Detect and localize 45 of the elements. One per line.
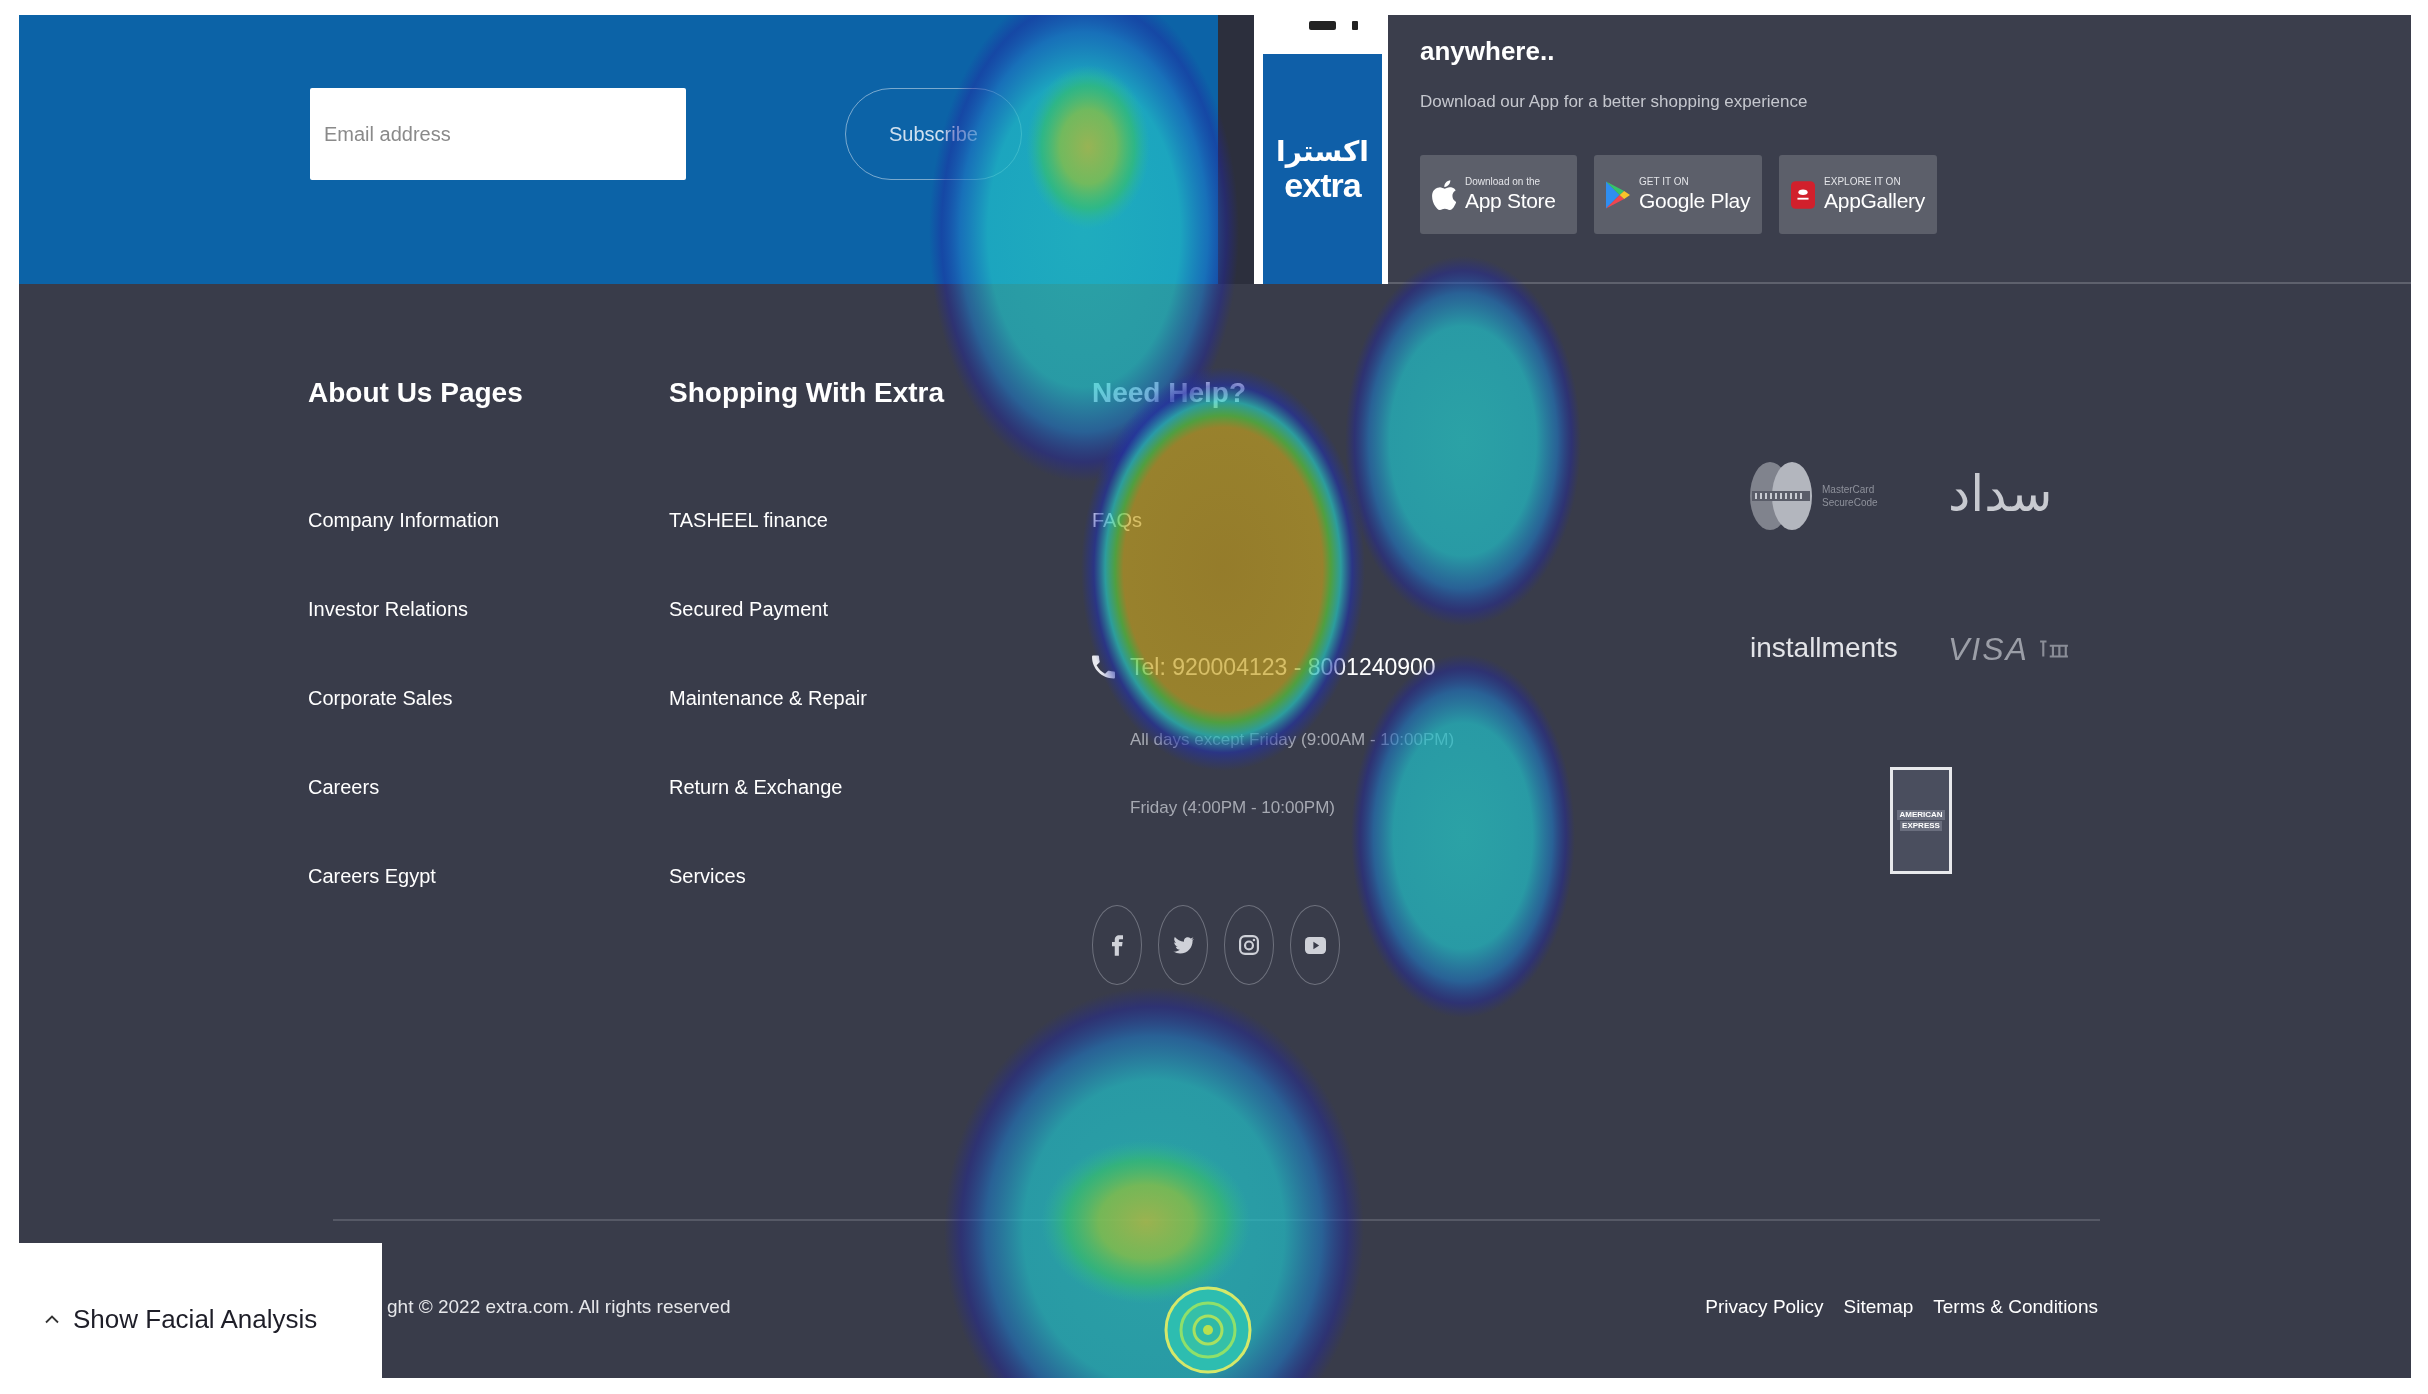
column-heading: Shopping With Extra bbox=[669, 376, 945, 410]
play-triangle-icon bbox=[1606, 180, 1630, 209]
footer-link[interactable]: Terms & Conditions bbox=[1933, 1293, 2098, 1321]
logo-text: SecureCode bbox=[1822, 496, 1878, 509]
hours-text: Friday (4:00PM - 10:00PM) bbox=[1129, 797, 1335, 819]
footer-link[interactable]: Investor Relations bbox=[308, 594, 469, 624]
footer-link[interactable]: Secured Payment bbox=[669, 594, 828, 624]
footer-link[interactable]: Return & Exchange bbox=[669, 772, 843, 802]
overlapping-circles-icon bbox=[1750, 462, 1812, 530]
bird-icon bbox=[1172, 935, 1194, 955]
column-heading: About Us Pages bbox=[308, 376, 523, 410]
footer-link[interactable]: TASHEEL finance bbox=[669, 505, 828, 535]
footer-link[interactable]: Services bbox=[669, 861, 746, 891]
gaze-target-icon bbox=[1164, 1286, 1252, 1374]
footer-link[interactable]: Corporate Sales bbox=[308, 683, 453, 713]
facebook-icon bbox=[1111, 934, 1123, 956]
footer-link[interactable]: Maintenance & Repair bbox=[669, 683, 867, 713]
footer-link[interactable]: Careers Egypt bbox=[308, 861, 436, 891]
camera-icon bbox=[1239, 935, 1259, 955]
logo-text: extra bbox=[1284, 168, 1361, 203]
logo-text: VISA bbox=[1948, 630, 2029, 669]
promo-subtitle: Download our App for a better shopping experience bbox=[1420, 91, 1808, 113]
brand-mark-icon bbox=[2038, 640, 2069, 658]
footer-link[interactable]: Sitemap bbox=[1843, 1293, 1914, 1321]
apple-icon bbox=[1432, 179, 1456, 210]
play-icon bbox=[1304, 936, 1326, 954]
footer-link[interactable]: Privacy Policy bbox=[1705, 1293, 1824, 1321]
logo-text: MasterCard bbox=[1822, 483, 1875, 496]
column-heading: Need Help? bbox=[1092, 376, 1247, 410]
email-field[interactable]: Email address bbox=[310, 88, 686, 180]
phone-sensor-icon bbox=[1309, 21, 1358, 30]
footer-link[interactable]: Careers bbox=[308, 772, 380, 802]
store-button[interactable]: GET IT ON Google Play bbox=[1594, 155, 1763, 234]
logo-text: AMERICAN bbox=[1897, 810, 1945, 820]
promo-title: anywhere.. bbox=[1420, 35, 1555, 67]
logo-text: سداد bbox=[1948, 465, 2053, 523]
logo-text: اكسترا bbox=[1276, 135, 1369, 169]
logo-text: installments bbox=[1750, 632, 1898, 663]
store-button[interactable]: Download on the App Store bbox=[1420, 155, 1577, 234]
app-tile-icon bbox=[1791, 179, 1816, 210]
logo-text: EXPRESS bbox=[1900, 821, 1942, 831]
store-button[interactable]: EXPLORE IT ON AppGallery bbox=[1779, 155, 1937, 234]
copyright-text: ght © 2022 extra.com. All rights reserved bbox=[387, 1295, 731, 1319]
facial-analysis-toggle[interactable]: Show Facial Analysis bbox=[19, 1243, 382, 1378]
footer-link[interactable]: Company Information bbox=[308, 505, 500, 535]
